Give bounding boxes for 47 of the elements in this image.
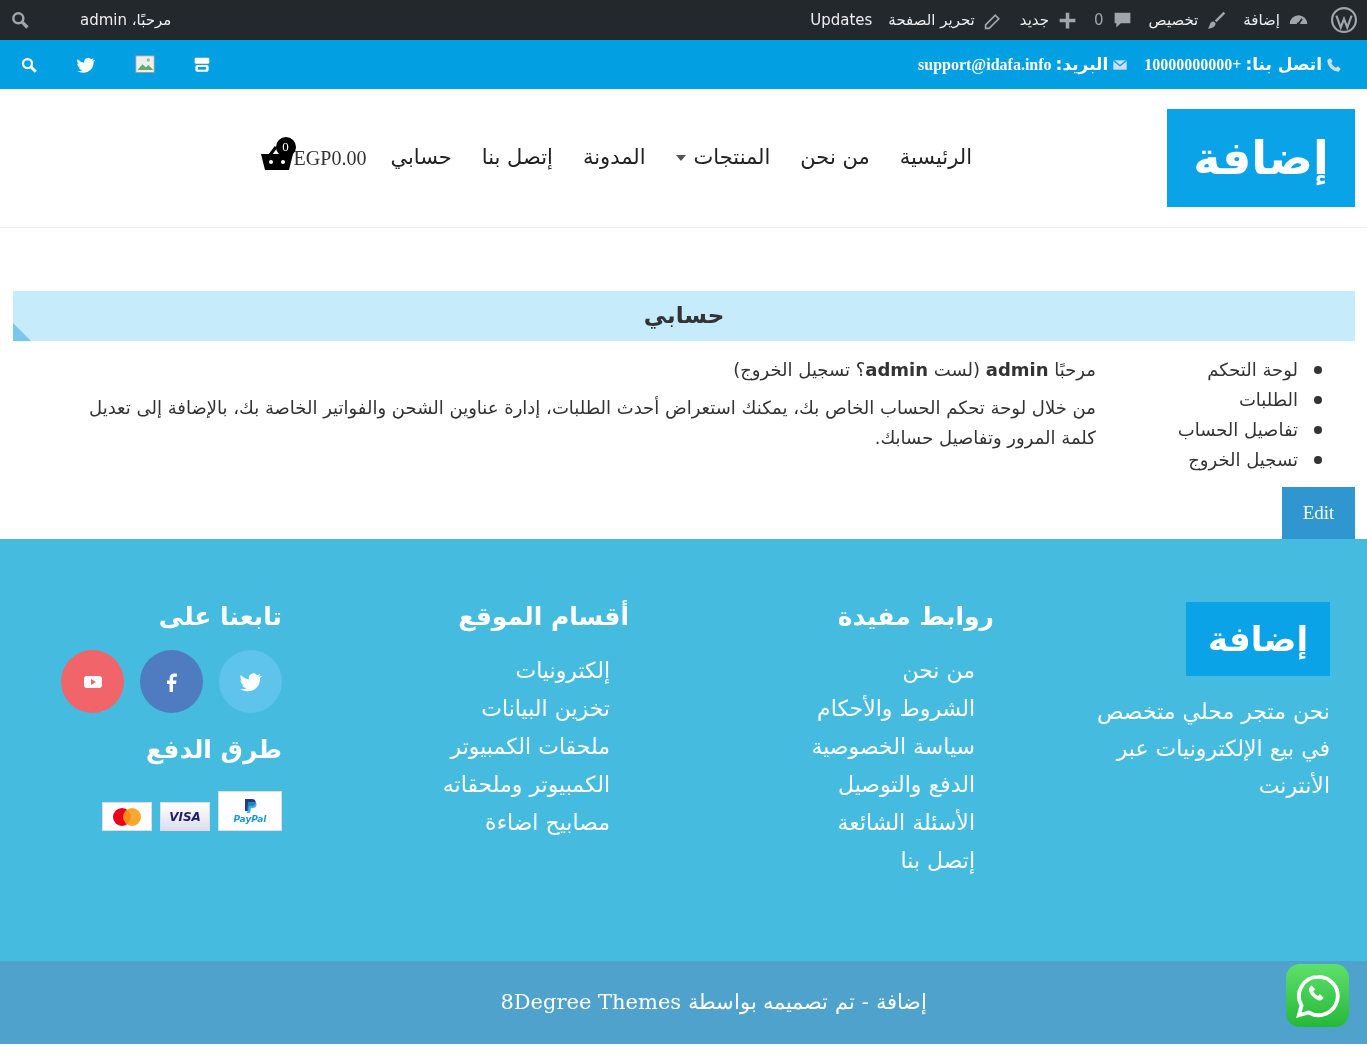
contact-label: البريد: (1055, 52, 1109, 77)
mastercard-icon (110, 806, 144, 827)
copyright-text: إضافة - تم تصميمه بواسطة 8Degree Themes (500, 988, 927, 1017)
bullet-icon (1314, 426, 1322, 434)
nav-link[interactable]: حسابي (390, 142, 452, 174)
admin-bar-item[interactable]: Updates (810, 8, 873, 32)
phone-icon (1326, 56, 1342, 73)
search-icon[interactable] (20, 55, 38, 74)
brush-icon (1206, 9, 1228, 31)
admin-bar-item[interactable]: 0 (1094, 8, 1104, 32)
page-title: حسابي (643, 302, 725, 330)
admin-bar-item[interactable]: تخصيص (1148, 8, 1199, 32)
cart-count-badge: 0 (275, 137, 296, 157)
p-logo-icon (243, 798, 257, 815)
bullet-icon (1314, 366, 1322, 374)
footer-heading: تابعنا على (157, 602, 282, 632)
footer-heading: أقسام الموقع (457, 602, 629, 632)
visa-card: VISA (160, 802, 210, 831)
broken-image-icon[interactable] (134, 54, 156, 75)
admin-bar-item[interactable]: إضافة (1243, 8, 1280, 32)
account-nav-link[interactable]: تفاصيل الحساب (1177, 415, 1298, 445)
bullet-icon (1314, 396, 1322, 404)
nav-link[interactable]: المنتجات (675, 142, 771, 174)
account-nav-link[interactable]: الطلبات (1238, 385, 1298, 415)
wordpress-logo-icon[interactable] (1331, 7, 1357, 33)
contact-label: اتصل بنا: (1245, 52, 1322, 76)
account-nav-link[interactable]: لوحة التحكم (1207, 355, 1298, 385)
account-nav-link[interactable]: تسجيل الخروج (1188, 445, 1298, 475)
footer-about-text: نحن متجر محلي متخصص في بيع الإلكترونيات عبر الأنترنت (1095, 698, 1330, 800)
admin-greeting[interactable]: مرحبًا، admin (80, 8, 172, 32)
bullet-icon (1314, 456, 1322, 464)
nav-link[interactable]: المدونة (582, 142, 646, 174)
footer-heading: روابط مفيدة (836, 602, 994, 632)
nav-link[interactable]: من نحن (800, 142, 870, 174)
footer-heading: طرق الدفع (145, 735, 282, 765)
paypal-card: PayPal (218, 791, 282, 831)
phone-bubble-icon (1294, 972, 1341, 1019)
nav-link[interactable]: الرئيسية (899, 142, 972, 174)
intro-paragraph: من خلال لوحة تحكم الحساب الخاص بك، يمكنك استعراض أحدث الطلبات، إدارة عناوين الشحن والفواتير الخاصة بك، بالإضافة إلى تعديل كلمة المرور وتفاصيل حسابك. (88, 395, 1096, 451)
cart-total[interactable]: EGP0.00 (293, 143, 367, 173)
contact-value: 10000000000+ (1144, 54, 1242, 75)
search-icon[interactable] (10, 10, 30, 30)
admin-bar-item[interactable]: جديد (1019, 8, 1049, 32)
whatsapp-button[interactable] (1286, 964, 1349, 1027)
admin-bar-item[interactable]: تحرير الصفحة (888, 8, 975, 32)
corner-triangle (13, 323, 31, 341)
nav-link[interactable]: إتصل بنا (481, 142, 553, 174)
